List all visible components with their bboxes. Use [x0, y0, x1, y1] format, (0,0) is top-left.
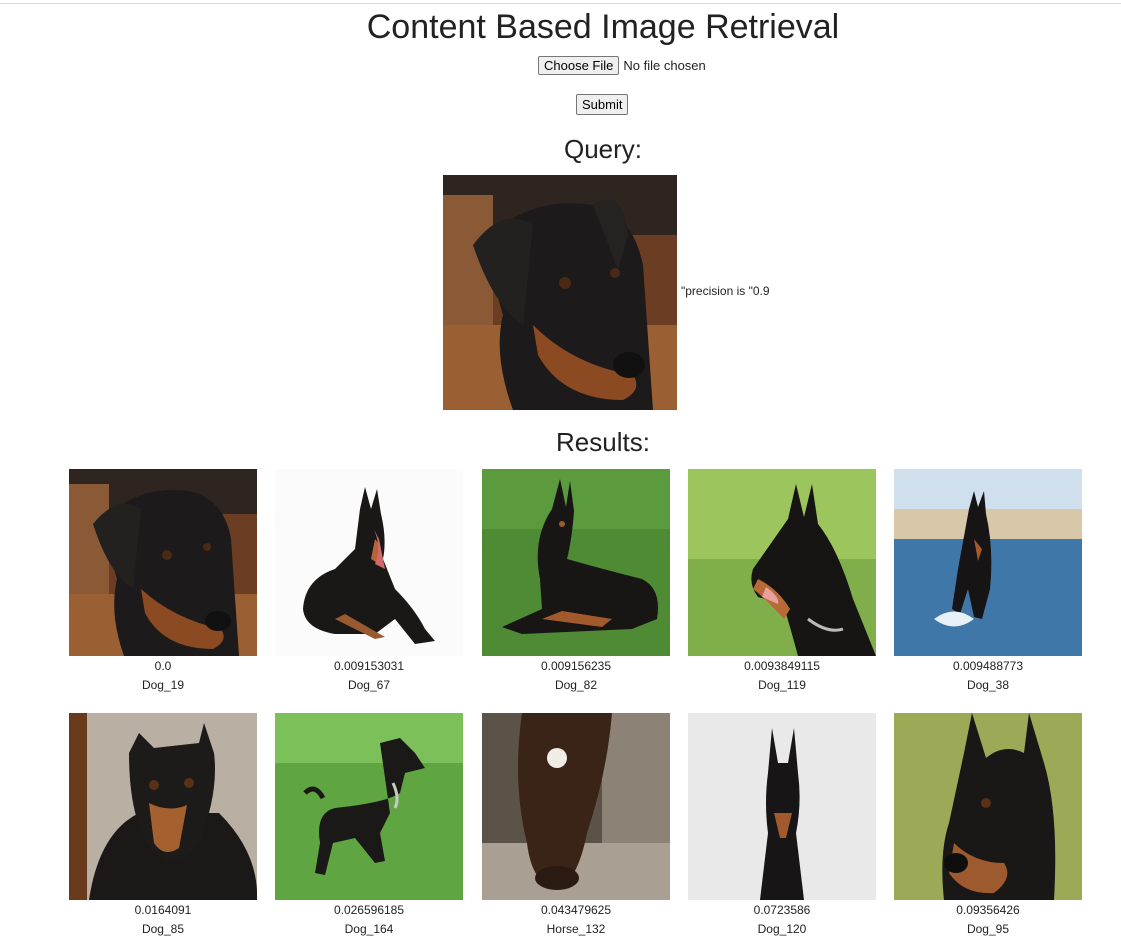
result-item[interactable]: 0.09356426 Dog_95	[894, 713, 1082, 939]
file-status-text: No file chosen	[623, 57, 706, 73]
result-item[interactable]: 0.0723586 Dog_120	[688, 713, 876, 939]
query-heading: Query:	[563, 134, 643, 164]
result-image[interactable]	[894, 713, 1082, 900]
result-label: Dog_119	[758, 678, 806, 692]
result-item[interactable]: 0.026596185 Dog_164	[275, 713, 463, 939]
submit-button[interactable]: Submit	[576, 94, 629, 115]
result-label: Horse_132	[546, 922, 606, 936]
top-divider	[0, 3, 1121, 4]
result-score: 0.043479625	[540, 903, 612, 917]
result-image[interactable]	[482, 469, 670, 656]
result-label: Dog_67	[347, 678, 391, 692]
result-label: Dog_164	[344, 922, 394, 936]
precision-text: "precision is "0.9	[681, 284, 770, 298]
result-score: 0.026596185	[333, 903, 405, 917]
result-image[interactable]	[482, 713, 670, 900]
result-image[interactable]	[688, 713, 876, 900]
result-item[interactable]: 0.0 Dog_19	[69, 469, 257, 695]
result-item[interactable]: 0.009156235 Dog_82	[482, 469, 670, 695]
result-label: Dog_19	[141, 678, 185, 692]
result-score: 0.009153031	[333, 659, 405, 673]
result-label: Dog_82	[554, 678, 598, 692]
result-item[interactable]: 0.009153031 Dog_67	[275, 469, 463, 695]
result-image[interactable]	[688, 469, 876, 656]
result-score: 0.09356426	[956, 903, 1020, 917]
result-image[interactable]	[69, 469, 257, 656]
result-score: 0.0164091	[134, 903, 192, 917]
result-item[interactable]: 0.043479625 Horse_132	[482, 713, 670, 939]
result-label: Dog_85	[141, 922, 185, 936]
result-image[interactable]	[894, 469, 1082, 656]
result-item[interactable]: 0.009488773 Dog_38	[894, 469, 1082, 695]
result-score: 0.0093849115	[744, 659, 820, 673]
result-score: 0.0	[154, 659, 172, 673]
result-item[interactable]: 0.0164091 Dog_85	[69, 713, 257, 939]
result-score: 0.009488773	[952, 659, 1024, 673]
file-upload: Choose File No file chosen	[538, 55, 706, 75]
result-item[interactable]: 0.0093849115 Dog_119	[688, 469, 876, 695]
result-score: 0.009156235	[540, 659, 612, 673]
query-image	[443, 175, 677, 410]
result-label: Dog_38	[966, 678, 1010, 692]
result-image[interactable]	[69, 713, 257, 900]
result-image[interactable]	[275, 713, 463, 900]
result-score: 0.0723586	[753, 903, 811, 917]
result-label: Dog_95	[966, 922, 1010, 936]
choose-file-button[interactable]: Choose File	[538, 55, 620, 75]
result-label: Dog_120	[757, 922, 807, 936]
page-title: Content Based Image Retrieval	[366, 8, 840, 46]
results-heading: Results:	[556, 427, 650, 457]
result-image[interactable]	[275, 469, 463, 656]
